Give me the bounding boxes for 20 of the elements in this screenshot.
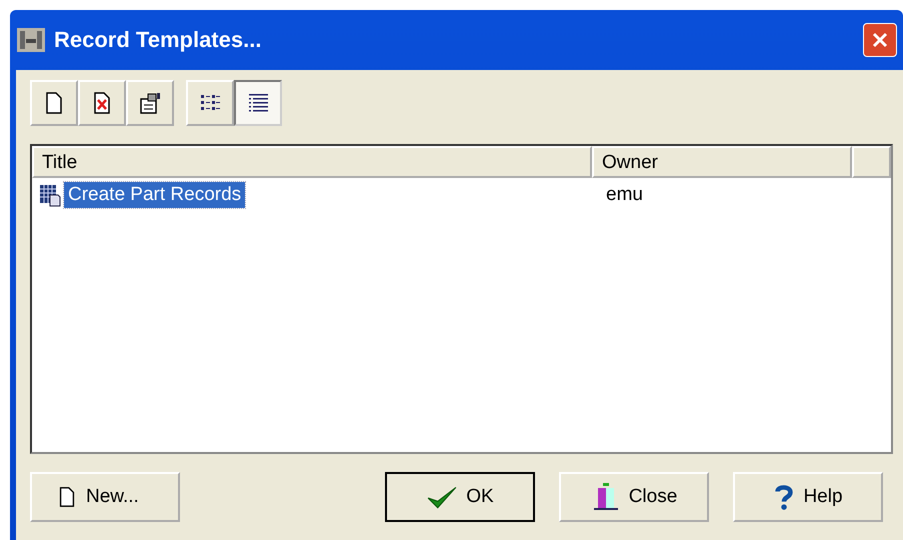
template-owner: emu [606,184,643,206]
column-header[interactable]: Owner [592,146,852,178]
close-button[interactable]: Close [559,472,709,522]
window-title: Record Templates... [54,27,262,53]
details-view-button[interactable] [234,80,282,126]
app-icon [16,25,46,55]
properties-icon [138,91,162,115]
new-button[interactable]: New... [30,472,180,522]
checkmark-icon [426,484,458,510]
new-document-button[interactable] [30,80,78,126]
ok-button[interactable]: OK [385,472,535,522]
template-title[interactable]: Create Part Records [64,182,246,208]
list-view-button[interactable] [186,80,234,126]
grid-document-icon [38,183,62,207]
column-header[interactable]: Title [32,146,592,178]
delete-document-button[interactable] [78,80,126,126]
properties-button[interactable] [126,80,174,126]
help-button[interactable]: Help [733,472,883,522]
help-icon [773,482,796,512]
close-icon[interactable] [863,23,897,57]
